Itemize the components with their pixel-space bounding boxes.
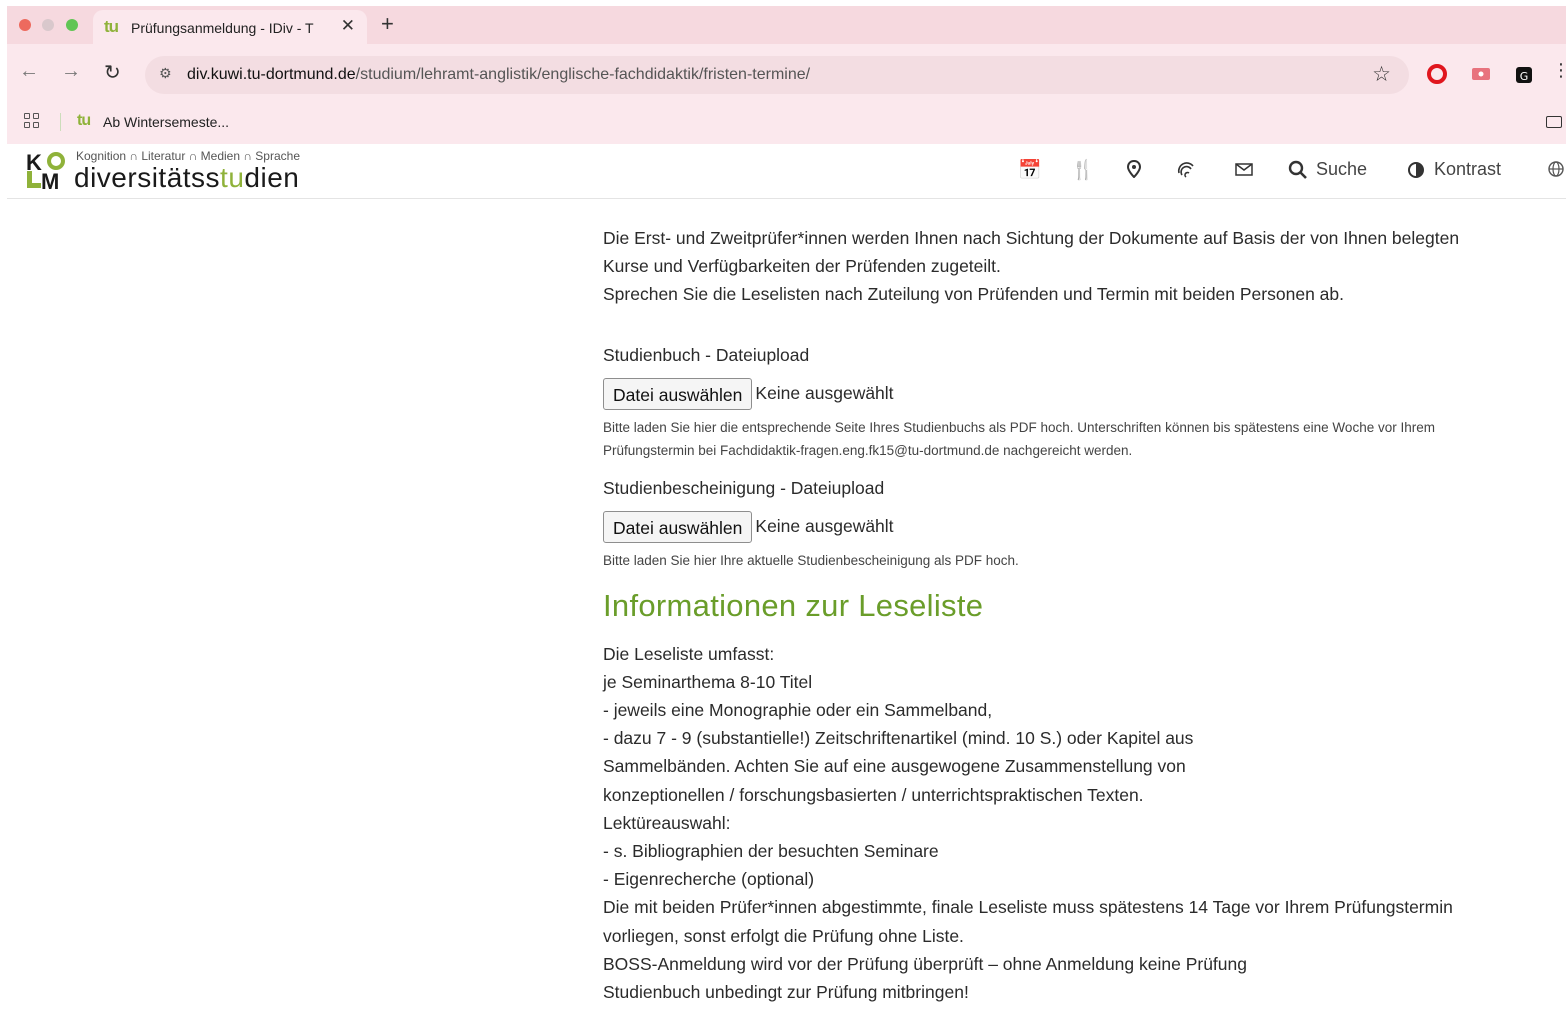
contrast-link[interactable]: Kontrast <box>1434 159 1501 180</box>
leseliste-line: konzeptionellen / forschungsbasierten / … <box>603 784 1144 805</box>
close-icon[interactable]: ✕ <box>341 16 355 36</box>
site-settings-icon[interactable]: ⚙ <box>159 65 172 82</box>
tab-favicon: tu <box>104 17 119 36</box>
logo-word-part: diversitätss <box>74 162 221 193</box>
leseliste-line: - jeweils eine Monographie oder ein Samm… <box>603 700 993 721</box>
leseliste-line: vorliegen, sonst erfolgt die Prüfung ohn… <box>603 925 964 946</box>
opera-extension-icon[interactable] <box>1427 64 1447 84</box>
logo-tagline: Kognition ∩ Literatur ∩ Medien ∩ Sprache <box>76 149 300 163</box>
studienbuch-help: Bitte laden Sie hier die entsprechende S… <box>603 416 1563 462</box>
mail-icon[interactable] <box>1233 161 1255 179</box>
back-arrow-icon[interactable]: ← <box>19 60 39 83</box>
leseliste-line: Studienbuch unbedingt zur Prüfung mitbri… <box>603 982 969 1003</box>
minimize-window-button[interactable] <box>42 19 55 31</box>
leseliste-line: je Seminarthema 8-10 Titel <box>603 671 813 692</box>
leseliste-line: Die mit beiden Prüfer*innen abgestimmte,… <box>603 897 1453 918</box>
leseliste-line: - Eigenrecherche (optional) <box>603 869 815 890</box>
leseliste-heading: Informationen zur Leseliste <box>603 587 984 623</box>
search-link[interactable]: Suche <box>1316 159 1367 180</box>
forward-arrow-icon[interactable]: → <box>61 60 81 83</box>
intro-line: Kurse und Verfügbarkeiten der Prüfenden … <box>603 256 1001 277</box>
logo-word-accent: tu <box>220 162 245 193</box>
browser-tab[interactable]: tu Prüfungsanmeldung - IDiv - T ✕ <box>93 10 367 44</box>
navigation-bar: ← → ↻ ⚙ div.kuwi.tu-dortmund.de/studium/… <box>7 50 1566 98</box>
leseliste-line: BOSS-Anmeldung wird vor der Prüfung über… <box>603 953 1247 974</box>
studienbuch-file-status: Keine ausgewählt <box>755 383 894 404</box>
globe-icon[interactable] <box>1547 160 1565 178</box>
bookmark-item[interactable]: Ab Wintersemeste... <box>103 114 229 130</box>
apps-grid-icon[interactable] <box>24 113 40 129</box>
folder-icon[interactable] <box>1546 116 1562 128</box>
leseliste-line: - dazu 7 - 9 (substantielle!) Zeitschrif… <box>603 728 1194 749</box>
intro-line: Die Erst- und Zweitprüfer*innen werden I… <box>603 228 1460 248</box>
bookmarks-bar: tu Ab Wintersemeste... <box>7 104 1566 140</box>
site-header: K M Kognition ∩ Literatur ∩ Medien ∩ Spr… <box>7 144 1566 199</box>
intro-line: Sprechen Sie die Leselisten nach Zuteilu… <box>603 284 1344 305</box>
cutlery-icon[interactable]: 🍴 <box>1071 158 1095 182</box>
bookmark-favicon: tu <box>77 112 91 129</box>
more-menu-icon[interactable]: ⋮ <box>1552 60 1566 81</box>
reload-icon[interactable]: ↻ <box>104 60 121 85</box>
main-content: Die Erst- und Zweitprüfer*innen werden I… <box>603 224 1563 1006</box>
tab-bar: tu Prüfungsanmeldung - IDiv - T ✕ + <box>7 6 1566 44</box>
studienbescheinigung-file-status: Keine ausgewählt <box>755 516 894 537</box>
studienbescheinigung-file-button[interactable]: Datei auswählen <box>603 510 753 543</box>
bookmarks-divider <box>60 113 61 131</box>
location-pin-icon[interactable] <box>1127 160 1141 178</box>
help-line: Bitte laden Sie hier die entsprechende S… <box>603 419 1435 435</box>
ticket-extension-icon[interactable] <box>1471 67 1491 81</box>
studienbuch-upload-label: Studienbuch - Dateiupload <box>603 344 810 365</box>
studienbescheinigung-help: Bitte laden Sie hier Ihre aktuelle Studi… <box>603 552 1019 568</box>
url-text: div.kuwi.tu-dortmund.de/studium/lehramt-… <box>187 66 810 84</box>
contrast-icon[interactable] <box>1407 161 1425 179</box>
bookmark-star-icon[interactable]: ☆ <box>1372 62 1391 87</box>
calendar-icon[interactable]: 📅 <box>1018 158 1042 182</box>
search-icon[interactable] <box>1288 160 1308 180</box>
fingerprint-icon[interactable] <box>1175 158 1197 180</box>
leseliste-text: Die Leseliste umfasst: je Seminarthema 8… <box>603 640 1563 1007</box>
close-window-button[interactable] <box>19 19 31 31</box>
logo-mark[interactable]: K M <box>26 151 68 191</box>
new-tab-button[interactable]: + <box>381 11 394 37</box>
leseliste-line: Die Leseliste umfasst: <box>603 643 775 664</box>
leseliste-line: Lektüreauswahl: <box>603 812 731 833</box>
svg-text:M: M <box>41 169 59 191</box>
tab-title: Prüfungsanmeldung - IDiv - T <box>131 20 314 36</box>
studienbuch-upload-field: Datei auswählen Keine ausgewählt <box>603 377 1563 410</box>
leseliste-line: - s. Bibliographien der besuchten Semina… <box>603 841 939 862</box>
browser-chrome: tu Prüfungsanmeldung - IDiv - T ✕ + ← → … <box>7 6 1566 144</box>
logo-word-part: dien <box>244 162 300 193</box>
lock-extension-icon[interactable]: G <box>1515 64 1533 84</box>
url-host: div.kuwi.tu-dortmund.de <box>187 66 356 83</box>
window-controls <box>19 18 85 36</box>
studienbuch-file-button[interactable]: Datei auswählen <box>603 377 753 410</box>
address-bar[interactable]: ⚙ div.kuwi.tu-dortmund.de/studium/lehram… <box>145 56 1409 94</box>
logo-wordmark[interactable]: diversitätsstudien <box>74 162 299 194</box>
url-path: /studium/lehramt-anglistik/englische-fac… <box>355 66 811 83</box>
zoom-window-button[interactable] <box>65 19 78 31</box>
studienbescheinigung-upload-field: Datei auswählen Keine ausgewählt <box>603 510 1563 543</box>
svg-text:G: G <box>1520 70 1529 83</box>
help-line: Prüfungstermin bei Fachdidaktik-fragen.e… <box>603 442 1133 458</box>
leseliste-line: Sammelbänden. Achten Sie auf eine ausgew… <box>603 756 1186 777</box>
studienbescheinigung-upload-label: Studienbescheinigung - Dateiupload <box>603 477 885 498</box>
